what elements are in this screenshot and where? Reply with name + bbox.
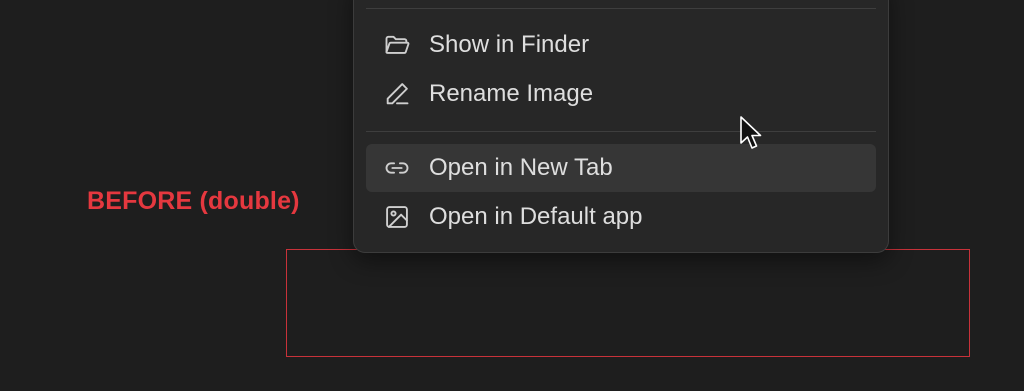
folder-open-icon [382,30,412,60]
annotation-highlight-box [286,249,970,357]
menu-separator [366,131,876,132]
mouse-cursor-icon [740,116,762,149]
menu-item-label: Open in New Tab [429,154,613,181]
menu-item-open-in-default-app[interactable]: Open in Default app [366,193,876,241]
pencil-icon [382,79,412,109]
context-menu: Show in Finder Rename Image Open in New … [353,0,889,253]
menu-item-rename-image[interactable]: Rename Image [366,70,876,118]
link-icon [382,153,412,183]
before-annotation-label: BEFORE (double) [87,187,300,215]
menu-item-label: Rename Image [429,80,594,107]
menu-item-label: Open in Default app [429,203,643,230]
menu-item-label: Show in Finder [429,31,590,58]
menu-item-show-in-finder[interactable]: Show in Finder [366,21,876,69]
menu-separator [366,8,876,9]
menu-item-open-in-new-tab[interactable]: Open in New Tab [366,144,876,192]
image-icon [382,202,412,232]
